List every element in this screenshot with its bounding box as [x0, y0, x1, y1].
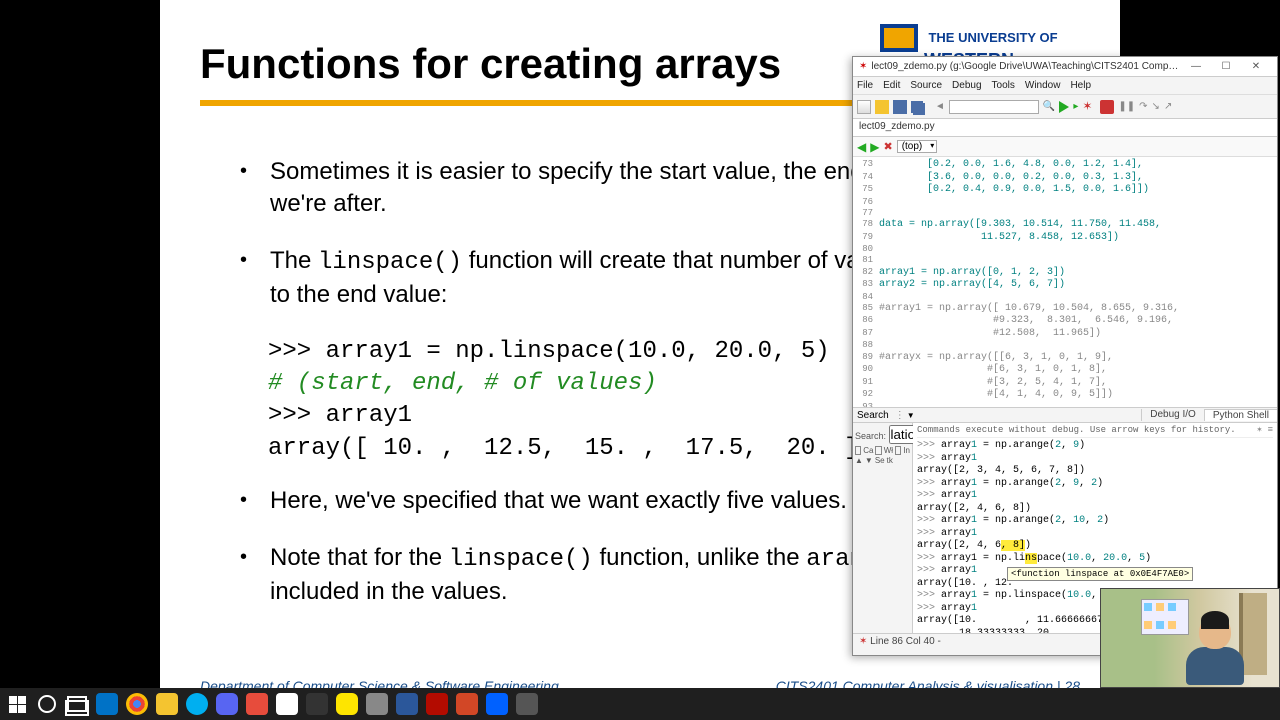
search-options-panel: Search: CaWłIn ▲▼Se tk	[853, 423, 913, 633]
toolbar-search-input[interactable]	[949, 100, 1039, 114]
middle-bar: Search ⋮ ▼ Debug I/O Python Shell	[853, 407, 1277, 423]
shell-menu-icon[interactable]: ≡	[1268, 425, 1273, 435]
save-all-icon[interactable]	[911, 101, 923, 113]
b2-pre: The	[270, 247, 318, 274]
taskbar-chrome-icon[interactable]	[126, 693, 148, 715]
app-icon: ✶	[859, 61, 867, 72]
taskbar-notes-icon[interactable]	[306, 693, 328, 715]
step-in-icon[interactable]: ↘	[1152, 101, 1160, 112]
shell-hint-text: Commands execute without debug. Use arro…	[917, 425, 1236, 435]
ide-menubar: File Edit Source Debug Tools Window Help	[853, 77, 1277, 95]
stop-icon[interactable]	[1100, 100, 1114, 114]
tab-python-shell[interactable]: Python Shell	[1204, 409, 1277, 421]
debug-run-icon[interactable]: ▸	[1073, 101, 1078, 112]
task-view-button[interactable]	[66, 693, 88, 715]
taskbar-dropbox-icon[interactable]	[486, 693, 508, 715]
nav-down-icon[interactable]: ▼	[865, 456, 873, 465]
start-button[interactable]	[6, 693, 28, 715]
opt-tk-lbl: tk	[887, 456, 893, 465]
ide-titlebar[interactable]: ✶ lect09_zdemo.py (g:\Google Drive\UWA\T…	[853, 57, 1277, 77]
save-icon[interactable]	[893, 100, 907, 114]
minimize-button[interactable]: —	[1181, 61, 1211, 72]
code-l1: >>> array1 = np.linspace(10.0, 20.0, 5)	[268, 338, 830, 365]
logo-line1: THE UNIVERSITY OF	[928, 30, 1057, 45]
step-over-icon[interactable]: ↷	[1139, 101, 1147, 112]
nav-back-icon[interactable]: ◀	[857, 140, 866, 154]
taskbar-paint-icon[interactable]	[366, 693, 388, 715]
opt-whole[interactable]	[875, 446, 881, 455]
bug-icon[interactable]: ✶	[1082, 100, 1096, 114]
maximize-button[interactable]: ☐	[1211, 61, 1241, 72]
new-file-icon[interactable]	[857, 100, 871, 114]
shell-bug-icon[interactable]: ✶	[1257, 425, 1262, 435]
opt-se-lbl: Se	[875, 456, 885, 465]
search-label: Search	[853, 410, 893, 421]
nav-fwd-icon[interactable]: ▶	[870, 140, 879, 154]
opt-case-lbl: Ca	[863, 446, 873, 455]
taskbar-explorer-icon[interactable]	[156, 693, 178, 715]
open-file-icon[interactable]	[875, 100, 889, 114]
b4-mid: function, unlike the	[593, 544, 806, 571]
webcam-overlay	[1100, 588, 1280, 688]
status-text: Line 86 Col 40 -	[870, 636, 941, 647]
taskbar-kakao-icon[interactable]	[336, 693, 358, 715]
editor-tab[interactable]: lect09_zdemo.py	[853, 119, 1277, 137]
taskbar-discord-icon[interactable]	[216, 693, 238, 715]
taskbar-powerpoint-icon[interactable]	[456, 693, 478, 715]
search-dropdown-icon[interactable]: ▼	[907, 411, 915, 420]
taskbar-store-icon[interactable]	[276, 693, 298, 715]
code-editor[interactable]: 73 [0.2, 0.0, 1.6, 4.8, 0.0, 1.2, 1.4],7…	[853, 157, 1277, 407]
opt-case[interactable]	[855, 446, 861, 455]
step-out-icon[interactable]: ↗	[1164, 101, 1172, 112]
code-l2: # (start, end, # of values)	[268, 370, 657, 397]
taskbar-acrobat-icon[interactable]	[426, 693, 448, 715]
run-icon[interactable]	[1059, 101, 1069, 113]
ide-toolbar: ◄ 🔍 ▸ ✶ ❚❚ ↷ ↘ ↗	[853, 95, 1277, 119]
cortana-button[interactable]	[36, 693, 58, 715]
menu-debug[interactable]: Debug	[952, 80, 981, 91]
taskbar-outlook-icon[interactable]	[96, 693, 118, 715]
windows-taskbar[interactable]	[0, 688, 1280, 720]
tooltip: <function linspace at 0x0E4F7AE0>	[1007, 567, 1193, 581]
webcam-person	[1183, 615, 1247, 687]
opt-in[interactable]	[895, 446, 901, 455]
tab-debug-io[interactable]: Debug I/O	[1141, 409, 1204, 421]
webcam-board	[1141, 599, 1189, 635]
pause-icon[interactable]: ❚❚	[1118, 101, 1135, 112]
code-l3: >>> array1	[268, 402, 412, 429]
code-l4: array([ 10. , 12.5, 15. , 17.5, 20. ]	[268, 435, 859, 462]
menu-help[interactable]: Help	[1070, 80, 1091, 91]
b4-pre: Note that for the	[270, 544, 449, 571]
menu-window[interactable]: Window	[1025, 80, 1061, 91]
nav-close-icon[interactable]: ✖	[883, 140, 892, 153]
taskbar-word-icon[interactable]	[396, 693, 418, 715]
taskbar-apps-icon[interactable]	[246, 693, 268, 715]
back-icon[interactable]: ◄	[935, 101, 945, 112]
crest-icon	[880, 24, 918, 52]
ide-window: ✶ lect09_zdemo.py (g:\Google Drive\UWA\T…	[852, 56, 1278, 656]
taskbar-ide-icon[interactable]	[516, 693, 538, 715]
opt-in-lbl: In	[903, 446, 910, 455]
menu-edit[interactable]: Edit	[883, 80, 900, 91]
b4-code: linspace()	[449, 546, 593, 573]
taskbar-skype-icon[interactable]	[186, 693, 208, 715]
menu-source[interactable]: Source	[910, 80, 942, 91]
nav-up-icon[interactable]: ▲	[855, 456, 863, 465]
scope-select[interactable]: (top)	[897, 140, 938, 153]
close-button[interactable]: ✕	[1241, 61, 1271, 72]
opt-whole-lbl: Wł	[884, 446, 893, 455]
ide-title-text: lect09_zdemo.py (g:\Google Drive\UWA\Tea…	[871, 61, 1181, 72]
menu-file[interactable]: File	[857, 80, 873, 91]
search-icon[interactable]: 🔍	[1043, 101, 1055, 112]
shell-hint: Commands execute without debug. Use arro…	[917, 425, 1273, 438]
b2-code: linspace()	[318, 249, 462, 276]
editor-nav: ◀ ▶ ✖ (top)	[853, 137, 1277, 157]
menu-tools[interactable]: Tools	[992, 80, 1015, 91]
